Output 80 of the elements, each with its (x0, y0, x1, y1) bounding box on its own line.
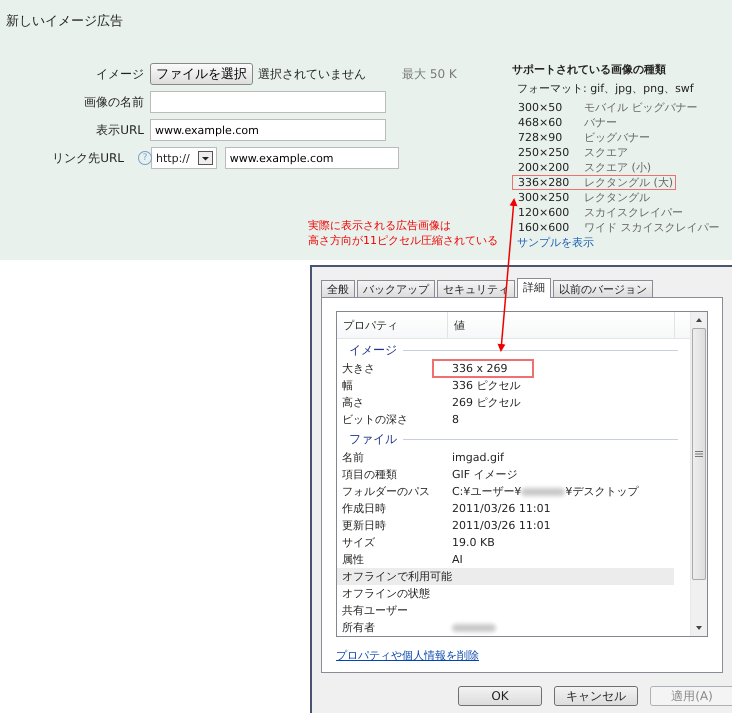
property-value: C:¥ユーザー¥ ¥デスクトップ (451, 484, 640, 500)
property-name: 名前 (342, 450, 365, 465)
size-row-text: 250×250 スクエア (517, 145, 629, 160)
property-name: 項目の種類 (342, 467, 398, 482)
input-field[interactable]: www.example.com (150, 119, 386, 141)
property-name: 高さ (342, 395, 365, 410)
property-row[interactable]: サイズ 19.0 KB (337, 534, 674, 551)
size-row-text: 300×250 レクタングル (517, 190, 651, 205)
property-name: 所有者 (342, 620, 376, 635)
dropdown-icon[interactable] (198, 151, 213, 165)
size-row-text: 468×60 バナー (517, 115, 618, 130)
file-status: 選択されていません (258, 66, 366, 82)
property-value: 2011/03/26 11:01 (451, 501, 552, 517)
property-name: 更新日時 (342, 518, 387, 533)
property-row[interactable]: フォルダーのパス C:¥ユーザー¥ ¥デスクトップ (337, 483, 674, 500)
property-row[interactable]: オフラインで利用可能 (337, 568, 674, 585)
input-field[interactable]: www.example.com (224, 147, 399, 169)
size-row-text: 160×600 ワイド スカイスクレイパー (517, 220, 720, 235)
property-name: 大きさ (342, 361, 376, 376)
property-value: 336 ピクセル (451, 378, 522, 394)
input-field[interactable] (150, 91, 386, 113)
property-row[interactable]: 大きさ 336 x 269 (337, 360, 674, 377)
tab[interactable]: 以前のバージョン (553, 280, 653, 297)
property-name: オフラインで利用可能 (342, 569, 452, 584)
property-value: AI (451, 552, 464, 568)
group-header: イメージ (349, 342, 397, 358)
column-header[interactable]: プロパティ (337, 312, 448, 338)
group-header: ファイル (349, 430, 397, 448)
size-row: 336×280 レクタングル (大) (512, 175, 676, 190)
property-name: フォルダーのパス (342, 484, 431, 499)
size-row-text: 120×600 スカイスクレイパー (517, 205, 684, 220)
tab[interactable]: 詳細 (517, 278, 551, 298)
property-value: 336 x 269 (432, 359, 534, 378)
size-row-text: 200×200 スクエア (小) (517, 160, 652, 175)
property-name: 共有ユーザー (342, 603, 409, 618)
choose-file-button[interactable]: ファイルを選択 (150, 63, 253, 85)
property-row[interactable]: 共有ユーザー (337, 602, 674, 619)
property-row[interactable]: 更新日時 2011/03/26 11:01 (337, 517, 674, 534)
field-label: 表示URL (95, 122, 145, 138)
sample-link[interactable]: サンプルを表示 (517, 235, 594, 250)
property-name: 作成日時 (342, 501, 387, 516)
property-row[interactable]: 属性 AI (337, 551, 674, 568)
property-name: サイズ (342, 535, 376, 550)
property-row[interactable]: 所有者 (337, 619, 674, 636)
size-row-text: 728×90 ビッグバナー (517, 130, 651, 145)
property-row[interactable]: 幅 336 ピクセル (337, 377, 674, 394)
page-title: 新しいイメージ広告 (6, 13, 124, 30)
dialog-button[interactable]: キャンセル (554, 686, 638, 706)
property-row[interactable]: 高さ 269 ピクセル (337, 394, 674, 411)
tab[interactable]: 全般 (321, 280, 355, 297)
annotation-text: 実際に表示される広告画像は 高さ方向が11ピクセル圧縮されている (308, 218, 499, 248)
property-name: オフラインの状態 (342, 586, 431, 601)
grip-icon (694, 450, 704, 458)
section-title: サポートされている画像の種類 (512, 62, 667, 77)
property-row[interactable]: 作成日時 2011/03/26 11:01 (337, 500, 674, 517)
formats-text: フォーマット: gif、jpg、png、swf (517, 81, 695, 96)
property-row[interactable]: オフラインの状態 (337, 585, 674, 602)
field-label: イメージ (95, 66, 145, 82)
property-value: imgad.gif (451, 450, 506, 466)
field-label: 画像の名前 (83, 94, 145, 110)
property-value: 8 (451, 412, 460, 428)
property-row[interactable]: 項目の種類 GIF イメージ (337, 466, 674, 483)
column-header[interactable]: 値 (448, 312, 675, 338)
size-row-text: 300×50 モバイル ビッグバナー (517, 100, 698, 115)
property-value: 19.0 KB (451, 535, 496, 551)
property-name: ビットの深さ (342, 412, 409, 427)
property-row[interactable]: ビットの深さ 8 (337, 411, 674, 428)
scrollbar[interactable] (690, 312, 707, 636)
property-row[interactable]: 名前 imgad.gif (337, 449, 674, 466)
remove-properties-link[interactable]: プロパティや個人情報を削除 (336, 648, 479, 663)
field-label: リンク先URL (51, 150, 125, 166)
property-value: 2011/03/26 11:01 (451, 518, 552, 534)
protocol-select[interactable]: http:// (151, 147, 217, 169)
property-name: 幅 (342, 378, 354, 393)
property-value: GIF イメージ (451, 467, 519, 483)
size-limit: 最大 50 K (402, 66, 457, 82)
dialog-button[interactable]: OK (458, 686, 542, 706)
property-name: 属性 (342, 552, 365, 567)
property-value: 269 ピクセル (451, 395, 522, 411)
tab[interactable]: バックアップ (357, 280, 435, 297)
